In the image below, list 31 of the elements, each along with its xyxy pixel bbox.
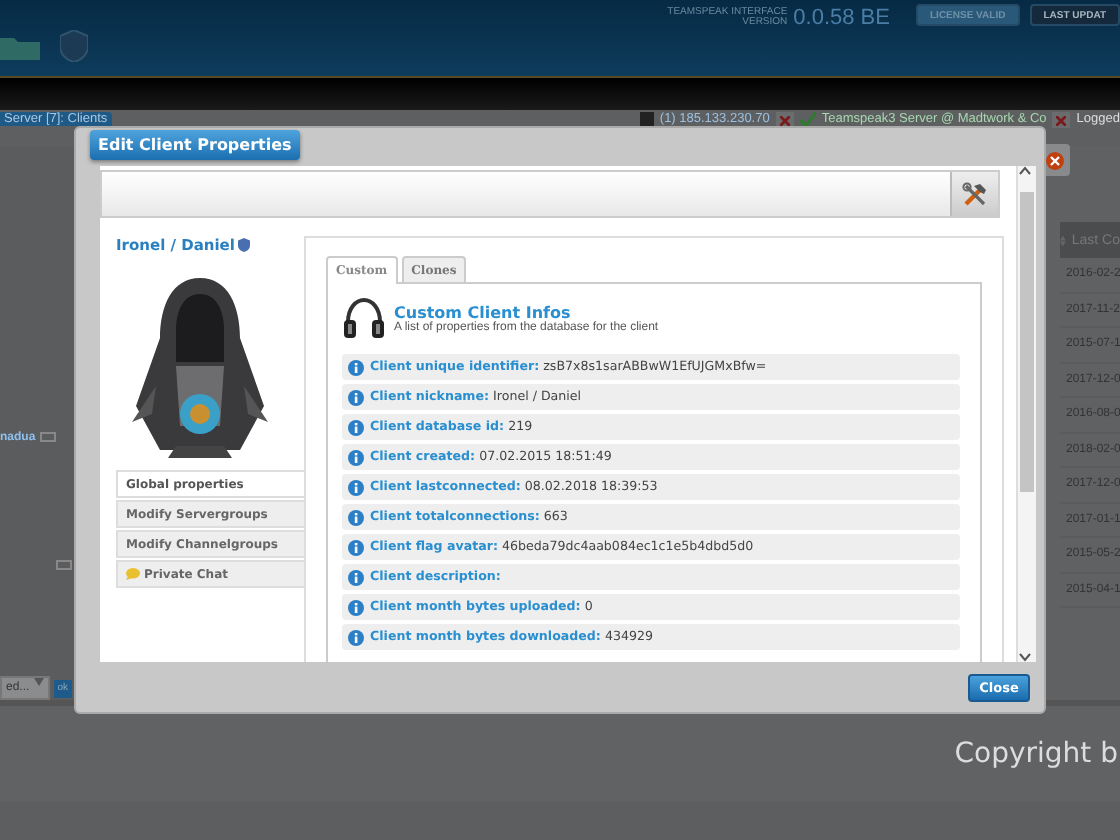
- info-icon: [348, 509, 364, 525]
- info-icon: [348, 479, 364, 495]
- chat-icon: [56, 560, 72, 572]
- info-icon: [348, 569, 364, 585]
- caret-icon: [33, 678, 44, 686]
- info-icon: [348, 629, 364, 645]
- info-icon: [348, 419, 364, 435]
- info-icon: [348, 599, 364, 615]
- chat-icon: [39, 432, 56, 444]
- close-icon: [779, 115, 790, 125]
- shield-icon: [238, 238, 251, 252]
- check-icon: [799, 112, 816, 126]
- info-icon: [348, 539, 364, 555]
- close-icon: [1045, 151, 1063, 169]
- arrow-up-icon: [1018, 166, 1032, 176]
- shield-icon: [60, 30, 88, 62]
- tools-button[interactable]: [950, 172, 998, 216]
- info-icon: [348, 449, 364, 465]
- arrow-down-icon: [1018, 652, 1032, 662]
- chat-bubble-icon: [126, 568, 140, 580]
- section-title: Custom Client Infos: [394, 303, 571, 321]
- info-icon: [348, 359, 364, 375]
- version-number: 0.0.58 BE: [793, 6, 890, 30]
- headphones-icon: [342, 296, 386, 340]
- close-icon: [1056, 115, 1067, 125]
- scrollbar[interactable]: [1016, 166, 1036, 662]
- dialog-title: Edit Client Properties: [90, 130, 300, 160]
- info-icon: [348, 389, 364, 405]
- copyright-text: Copyright b: [954, 738, 1118, 770]
- folder-icon: [0, 32, 40, 60]
- hammer-wrench-icon: [962, 181, 988, 207]
